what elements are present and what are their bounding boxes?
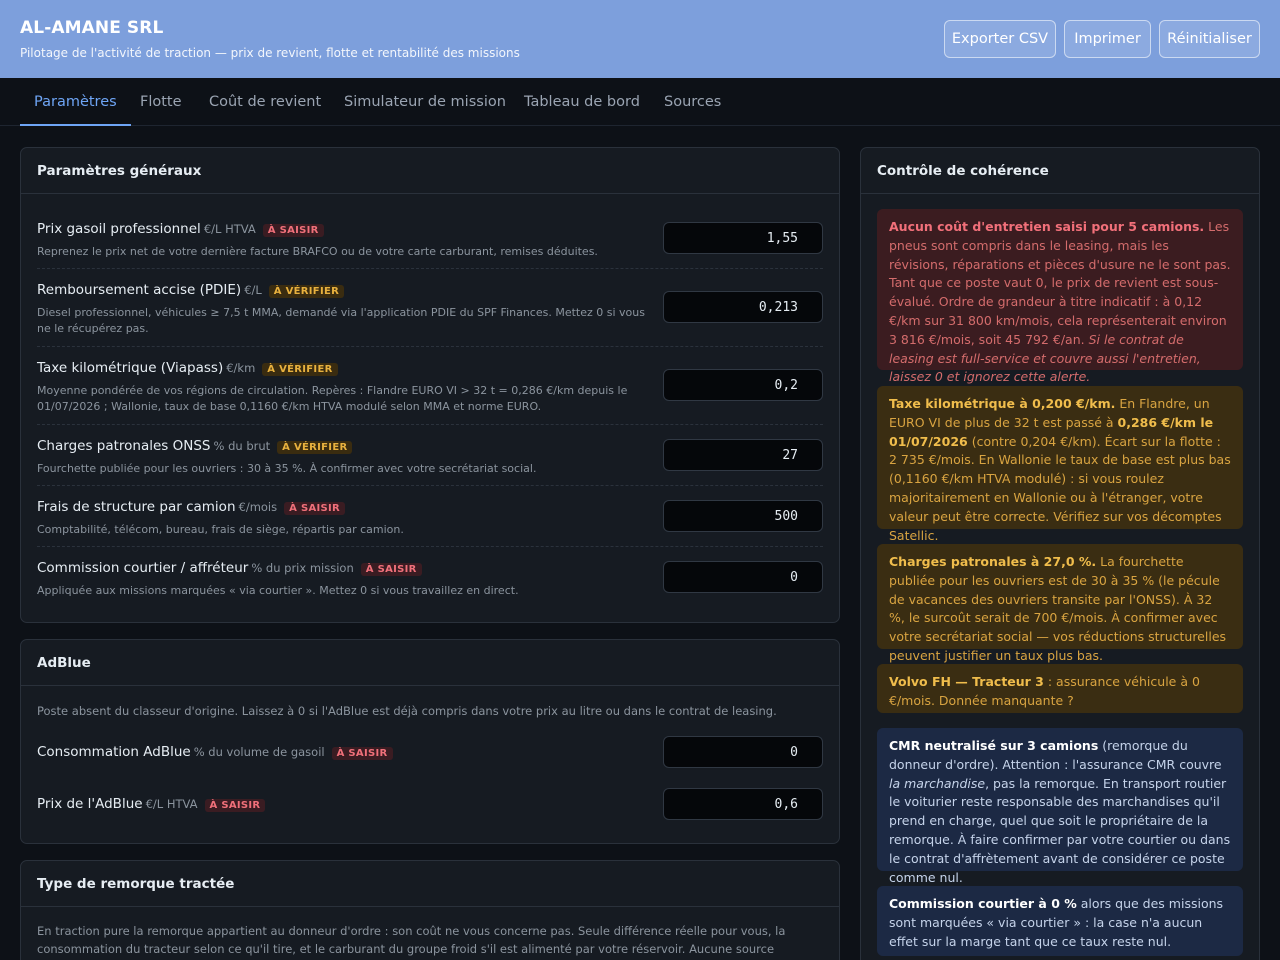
km-tax-input[interactable] bbox=[663, 369, 823, 401]
param-description: Diesel professionnel, véhicules ≥ 7,5 t … bbox=[37, 306, 645, 335]
param-description: Appliquée aux missions marquées « via co… bbox=[37, 584, 519, 597]
print-button[interactable]: Imprimer bbox=[1064, 20, 1151, 58]
tab-simulateur-mission[interactable]: Simulateur de mission bbox=[344, 78, 506, 126]
param-row-viapass: Taxe kilométrique (Viapass) €/km À VÉRIFIE… bbox=[37, 348, 823, 425]
gasoil-price-input[interactable] bbox=[663, 222, 823, 254]
trailer-type-card: Type de remorque tractée En traction pur… bbox=[20, 860, 840, 960]
app-subtitle: Pilotage de l'activité de traction — pri… bbox=[20, 46, 520, 60]
tab-bar: Paramètres Flotte Coût de revient Simula… bbox=[0, 78, 1280, 126]
param-description: Fourchette publiée pour les ouvriers : 3… bbox=[37, 462, 537, 475]
param-row-onss: Charges patronales ONSS% du brut À VÉRIFI… bbox=[37, 426, 823, 486]
company-name: AL-AMANE SRL bbox=[20, 18, 164, 38]
adblue-title: AdBlue bbox=[21, 640, 839, 686]
tab-cout-de-revient[interactable]: Coût de revient bbox=[209, 78, 321, 126]
param-label: Prix gasoil professionnel €/L HTVA À SAISI… bbox=[37, 221, 324, 237]
param-label: Prix de l'AdBlue €/L HTVA À SAISIR bbox=[37, 796, 266, 812]
general-params-card: Paramètres généraux Prix gasoil professi… bbox=[20, 147, 840, 623]
status-badge: À SAISIR bbox=[360, 563, 422, 576]
param-label: Taxe kilométrique (Viapass) €/km À VÉRIFIE… bbox=[37, 360, 338, 376]
param-row-accise: Remboursement accise (PDIE) €/L À VÉRIFIER… bbox=[37, 270, 823, 347]
alert-cmr: CMR neutralisé sur 3 camions (remorque d… bbox=[877, 728, 1243, 885]
param-row-adblue-price: Prix de l'AdBlue €/L HTVA À SAISIR bbox=[37, 788, 823, 822]
tab-parametres[interactable]: Paramètres bbox=[20, 78, 131, 126]
param-row-adblue-consumption: Consommation AdBlue% du volume de gasoil… bbox=[37, 736, 823, 770]
export-csv-button[interactable]: Exporter CSV bbox=[944, 20, 1056, 58]
param-label: Charges patronales ONSS% du brut À VÉRIFI… bbox=[37, 438, 353, 454]
tab-sources[interactable]: Sources bbox=[664, 78, 721, 126]
param-label: Frais de structure par camion €/mois À SAI… bbox=[37, 499, 346, 515]
coherence-check-title: Contrôle de cohérence bbox=[861, 148, 1259, 194]
trailer-type-note: En traction pure la remorque appartient … bbox=[37, 924, 786, 956]
coherence-check-card: Contrôle de cohérence Aucun coût d'entre… bbox=[860, 147, 1260, 960]
status-badge: À VÉRIFIER bbox=[268, 285, 345, 298]
status-badge: À SAISIR bbox=[204, 799, 266, 812]
adblue-note: Poste absent du classeur d'origine. Lais… bbox=[37, 704, 777, 718]
param-row-commission: Commission courtier / affréteur% du prix… bbox=[37, 548, 823, 608]
status-badge: À VÉRIFIER bbox=[262, 363, 338, 376]
param-row-gasoil: Prix gasoil professionnel €/L HTVA À SAISI… bbox=[37, 209, 823, 269]
param-description: Reprenez le prix net de votre dernière f… bbox=[37, 245, 598, 258]
param-description: Comptabilité, télécom, bureau, frais de … bbox=[37, 523, 404, 536]
param-row-structure: Frais de structure par camion €/mois À SAI… bbox=[37, 487, 823, 547]
alert-commission: Commission courtier à 0 % alors que des … bbox=[877, 886, 1243, 956]
structure-cost-input[interactable] bbox=[663, 500, 823, 532]
status-badge: À SAISIR bbox=[284, 502, 346, 515]
status-badge: À VÉRIFIER bbox=[277, 441, 353, 454]
alert-onss: Charges patronales à 27,0 %. La fourchet… bbox=[877, 544, 1243, 663]
param-label: Commission courtier / affréteur% du prix… bbox=[37, 560, 422, 576]
param-label: Consommation AdBlue% du volume de gasoil… bbox=[37, 744, 393, 760]
tab-tableau-de-bord[interactable]: Tableau de bord bbox=[524, 78, 640, 126]
alert-km-tax: Taxe kilométrique à 0,200 €/km. En Fland… bbox=[877, 386, 1243, 543]
broker-commission-input[interactable] bbox=[663, 561, 823, 593]
reset-button[interactable]: Réinitialiser bbox=[1159, 20, 1260, 58]
adblue-card: AdBlue Poste absent du classeur d'origin… bbox=[20, 639, 840, 844]
param-label: Remboursement accise (PDIE) €/L À VÉRIFIER bbox=[37, 282, 345, 298]
app-header: AL-AMANE SRL Pilotage de l'activité de t… bbox=[0, 0, 1280, 78]
status-badge: À SAISIR bbox=[262, 224, 324, 237]
alert-maintenance: Aucun coût d'entretien saisi pour 5 cami… bbox=[877, 209, 1243, 384]
general-params-title: Paramètres généraux bbox=[21, 148, 839, 194]
status-badge: À SAISIR bbox=[331, 747, 393, 760]
tab-flotte[interactable]: Flotte bbox=[140, 78, 182, 126]
adblue-consumption-input[interactable] bbox=[663, 736, 823, 768]
adblue-price-input[interactable] bbox=[663, 788, 823, 820]
onss-rate-input[interactable] bbox=[663, 439, 823, 471]
trailer-type-title: Type de remorque tractée bbox=[21, 861, 839, 907]
accise-refund-input[interactable] bbox=[663, 291, 823, 323]
param-description: Moyenne pondérée de vos régions de circu… bbox=[37, 384, 628, 413]
alert-insurance: Volvo FH — Tracteur 3 : assurance véhicu… bbox=[877, 664, 1243, 713]
